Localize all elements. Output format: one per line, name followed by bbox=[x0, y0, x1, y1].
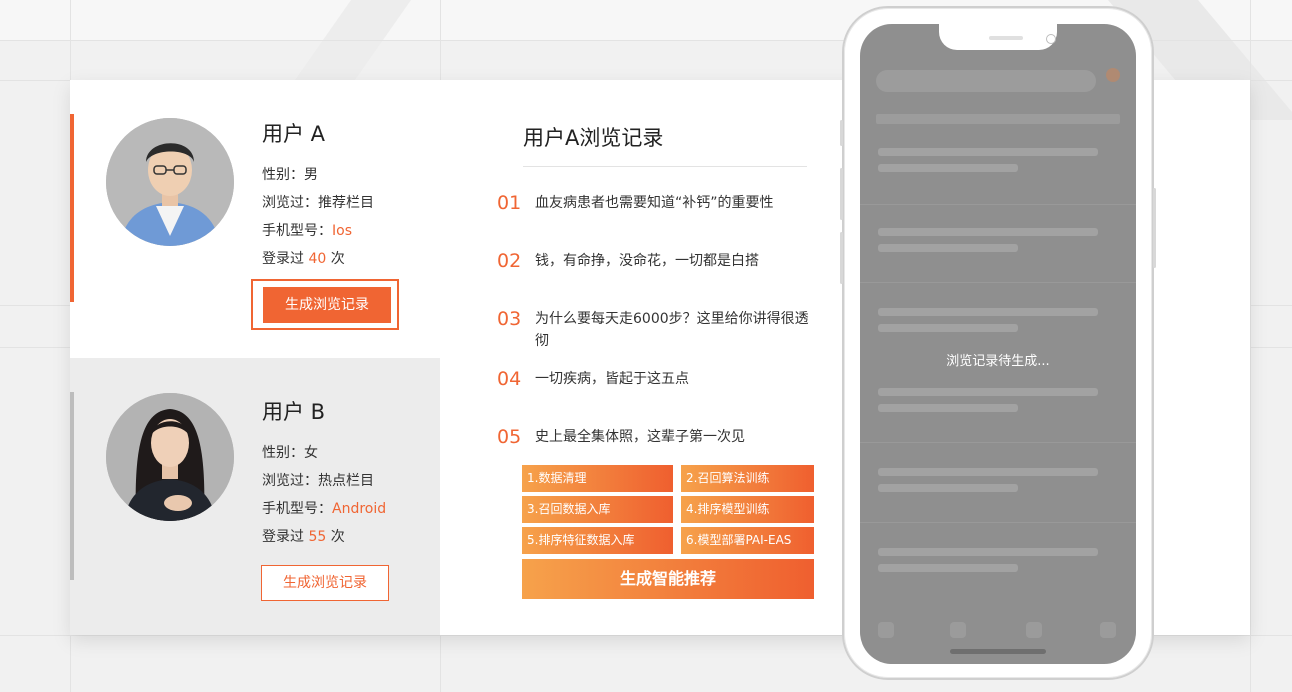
pipeline-step: 1.数据清理 bbox=[522, 465, 673, 492]
generate-history-button[interactable]: 生成浏览记录 bbox=[263, 287, 391, 323]
blurred-search-bar bbox=[876, 70, 1096, 92]
avatar bbox=[106, 118, 234, 246]
phone-model-row: 手机型号：Ios bbox=[262, 220, 352, 240]
blurred-separator bbox=[860, 522, 1136, 523]
pipeline-step: 5.排序特征数据入库 bbox=[522, 527, 673, 554]
phone-mute-switch bbox=[840, 120, 843, 146]
blurred-list-line bbox=[878, 548, 1098, 556]
blurred-list-line bbox=[878, 324, 1018, 332]
blurred-list-line bbox=[878, 148, 1098, 156]
pipeline-step: 6.模型部署PAI-EAS bbox=[681, 527, 814, 554]
phone-model-value: Android bbox=[332, 501, 387, 517]
generate-history-button[interactable]: 生成浏览记录 bbox=[261, 565, 389, 601]
history-item-number: 05 bbox=[497, 426, 522, 448]
blurred-list-line bbox=[878, 388, 1098, 396]
browsed-row: 浏览过：推荐栏目 bbox=[262, 192, 374, 212]
blurred-list-line bbox=[878, 164, 1018, 172]
blurred-separator bbox=[860, 204, 1136, 205]
profile-tab-icon bbox=[1100, 622, 1116, 638]
home-indicator bbox=[950, 649, 1046, 654]
blurred-list-line bbox=[878, 468, 1098, 476]
phone-notch bbox=[939, 24, 1057, 50]
login-prefix: 登录过 bbox=[262, 251, 304, 267]
avatar bbox=[106, 393, 234, 521]
gender-label: 性别： bbox=[262, 445, 304, 461]
blurred-separator bbox=[860, 282, 1136, 283]
blurred-separator bbox=[860, 442, 1136, 443]
phone-model-label: 手机型号： bbox=[262, 501, 332, 517]
browsed-value: 热点栏目 bbox=[318, 473, 374, 489]
blurred-list-line bbox=[878, 228, 1098, 236]
camera-icon bbox=[1046, 34, 1056, 44]
discover-tab-icon bbox=[950, 622, 966, 638]
login-suffix: 次 bbox=[330, 251, 345, 267]
pending-message: 浏览记录待生成... bbox=[946, 354, 1050, 369]
blurred-list-line bbox=[878, 244, 1018, 252]
history-item-text: 钱，有命挣，没命花，一切都是白搭 bbox=[535, 253, 759, 269]
history-item-number: 04 bbox=[497, 368, 522, 390]
blurred-tab-bar bbox=[876, 114, 1120, 124]
gender-label: 性别： bbox=[262, 167, 304, 183]
history-item-text: 为什么要每天走6000步？这里给你讲得很透彻 bbox=[535, 311, 809, 349]
pipeline-step: 2.召回算法训练 bbox=[681, 465, 814, 492]
gender-value: 女 bbox=[304, 445, 318, 461]
blurred-badge-icon bbox=[1106, 68, 1120, 82]
background-grid-line bbox=[1250, 0, 1251, 692]
login-count-row: 登录过 40 次 bbox=[262, 248, 345, 268]
generate-recommendation-button[interactable]: 生成智能推荐 bbox=[522, 559, 814, 599]
gender-value: 男 bbox=[304, 167, 318, 183]
history-item-number: 02 bbox=[497, 250, 522, 272]
history-item-number: 03 bbox=[497, 308, 522, 330]
blurred-list-line bbox=[878, 404, 1018, 412]
gender-row: 性别：女 bbox=[262, 442, 318, 462]
phone-model-row: 手机型号：Android bbox=[262, 498, 386, 518]
history-item-number: 01 bbox=[497, 192, 522, 214]
login-count-row: 登录过 55 次 bbox=[262, 526, 345, 546]
history-title: 用户A浏览记录 bbox=[523, 126, 664, 150]
user-name: 用户 B bbox=[262, 400, 326, 424]
speaker-icon bbox=[989, 36, 1023, 40]
phone-model-value: Ios bbox=[332, 223, 352, 239]
browsed-row: 浏览过：热点栏目 bbox=[262, 470, 374, 490]
phone-power-button bbox=[1153, 188, 1156, 268]
blurred-list-line bbox=[878, 564, 1018, 572]
history-item-text: 一切疾病，皆起于这五点 bbox=[535, 371, 689, 387]
history-item-text: 史上最全集体照，这辈子第一次见 bbox=[535, 429, 745, 445]
user-card-b[interactable]: 用户 B 性别：女 浏览过：热点栏目 手机型号：Android 登录过 55 次… bbox=[70, 358, 440, 635]
divider bbox=[523, 166, 807, 167]
messages-tab-icon bbox=[1026, 622, 1042, 638]
active-indicator bbox=[70, 114, 74, 302]
phone-volume-up bbox=[840, 168, 843, 220]
browsed-value: 推荐栏目 bbox=[318, 195, 374, 211]
phone-volume-down bbox=[840, 232, 843, 284]
phone-screen: 浏览记录待生成... bbox=[860, 24, 1136, 664]
user-a-photo bbox=[106, 118, 234, 246]
home-tab-icon bbox=[878, 622, 894, 638]
pipeline-step: 3.召回数据入库 bbox=[522, 496, 673, 523]
phone-model-label: 手机型号： bbox=[262, 223, 332, 239]
pipeline-step: 4.排序模型训练 bbox=[681, 496, 814, 523]
user-card-a[interactable]: 用户 A 性别：男 浏览过：推荐栏目 手机型号：Ios 登录过 40 次 生成浏… bbox=[70, 80, 440, 358]
login-suffix: 次 bbox=[330, 529, 345, 545]
phone-mockup: 浏览记录待生成... bbox=[840, 6, 1156, 680]
login-prefix: 登录过 bbox=[262, 529, 304, 545]
blurred-list-line bbox=[878, 308, 1098, 316]
browsed-label: 浏览过： bbox=[262, 473, 318, 489]
user-b-photo bbox=[106, 393, 234, 521]
highlight-frame: 生成浏览记录 bbox=[251, 279, 399, 330]
user-name: 用户 A bbox=[262, 122, 326, 146]
browsed-label: 浏览过： bbox=[262, 195, 318, 211]
history-item-text: 血友病患者也需要知道“补钙”的重要性 bbox=[535, 195, 774, 211]
inactive-indicator bbox=[70, 392, 74, 580]
login-count: 55 bbox=[308, 529, 327, 545]
login-count: 40 bbox=[308, 251, 327, 267]
gender-row: 性别：男 bbox=[262, 164, 318, 184]
blurred-list-line bbox=[878, 484, 1018, 492]
